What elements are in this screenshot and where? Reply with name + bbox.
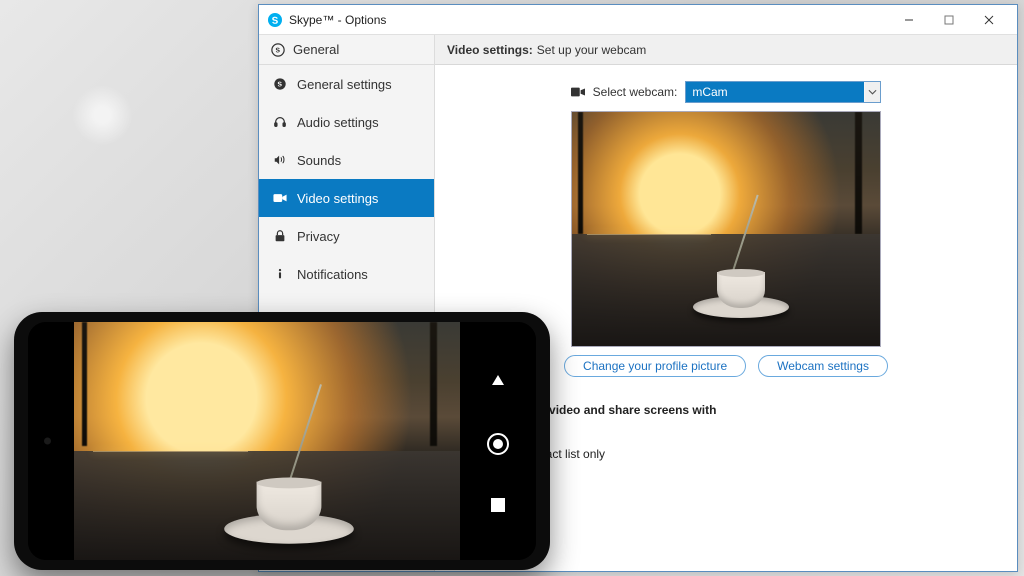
sidebar-item-label: General settings: [297, 77, 392, 92]
headphones-icon: [273, 115, 287, 129]
video-icon: [273, 191, 287, 205]
receive-video-heading: ive video and share screens with: [529, 403, 993, 417]
webcam-settings-link[interactable]: Webcam settings: [758, 355, 888, 377]
sidebar-item-audio-settings[interactable]: Audio settings: [259, 103, 434, 141]
skype-icon: [271, 43, 285, 57]
phone-up-button[interactable]: [488, 370, 508, 390]
phone-camera-preview: [74, 322, 460, 560]
change-profile-picture-link[interactable]: Change your profile picture: [564, 355, 746, 377]
skype-icon: [273, 77, 287, 91]
window-minimize-button[interactable]: [889, 6, 929, 34]
sidebar-item-sounds[interactable]: Sounds: [259, 141, 434, 179]
content-header-bold: Video settings:: [447, 43, 533, 57]
window-close-button[interactable]: [969, 6, 1009, 34]
phone-stop-button[interactable]: [491, 498, 505, 512]
phone-bezel: [28, 322, 74, 560]
chevron-down-icon: [864, 82, 880, 102]
sidebar-item-label: Privacy: [297, 229, 340, 244]
sidebar-item-privacy[interactable]: Privacy: [259, 217, 434, 255]
window-maximize-button[interactable]: [929, 6, 969, 34]
sidebar-item-label: Video settings: [297, 191, 378, 206]
video-icon: [571, 86, 585, 98]
sidebar-item-notifications[interactable]: Notifications: [259, 255, 434, 293]
lock-icon: [273, 229, 287, 243]
info-icon: [273, 267, 287, 281]
phone-device: [14, 312, 550, 570]
sidebar-header-label: General: [293, 42, 339, 57]
sidebar-item-label: Notifications: [297, 267, 368, 282]
sidebar-item-general-settings[interactable]: General settings: [259, 65, 434, 103]
content-header: Video settings: Set up your webcam: [435, 35, 1017, 65]
skype-logo-icon: [267, 12, 283, 28]
webcam-select-value: mCam: [692, 85, 727, 99]
speaker-icon: [273, 153, 287, 167]
titlebar[interactable]: Skype™ - Options: [259, 5, 1017, 35]
webcam-select[interactable]: mCam: [685, 81, 881, 103]
select-webcam-label: Select webcam:: [593, 85, 678, 99]
sidebar-header-general[interactable]: General: [259, 35, 434, 65]
sidebar-item-label: Sounds: [297, 153, 341, 168]
window-title: Skype™ - Options: [289, 13, 386, 27]
phone-shutter-button[interactable]: [487, 433, 509, 455]
sidebar-item-video-settings[interactable]: Video settings: [259, 179, 434, 217]
content-header-text: Set up your webcam: [537, 43, 646, 57]
radio-option-contact-list[interactable]: ontact list only: [529, 447, 993, 461]
webcam-preview: [571, 111, 881, 347]
phone-controls: [460, 322, 536, 560]
sidebar-item-label: Audio settings: [297, 115, 379, 130]
